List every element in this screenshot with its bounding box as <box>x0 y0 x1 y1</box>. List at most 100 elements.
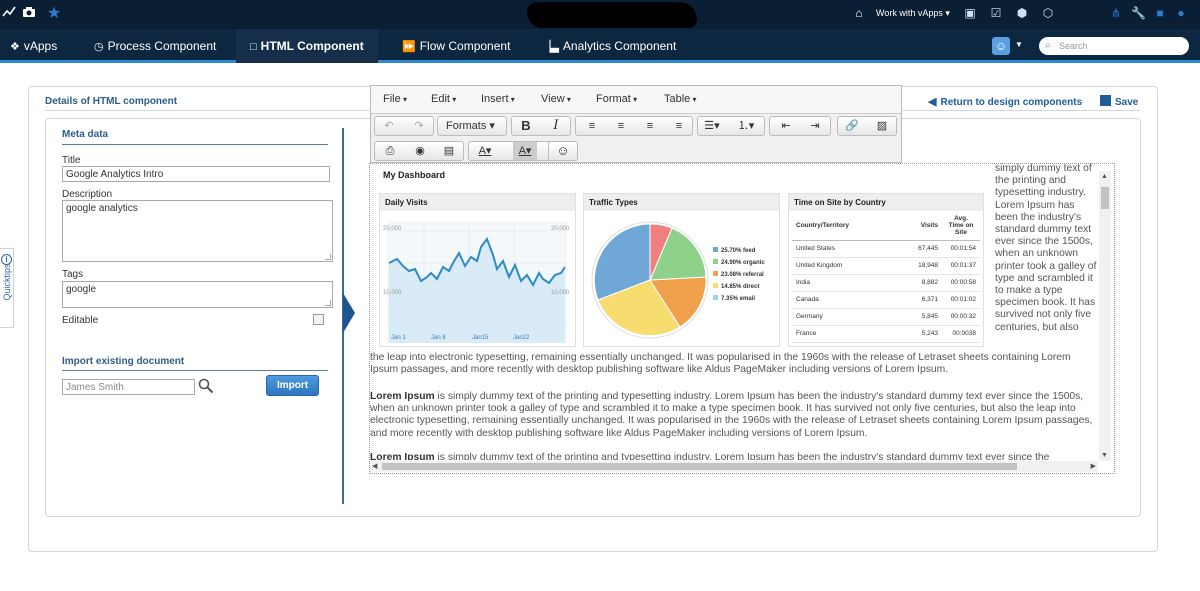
x-tick-label: Jan22 <box>513 335 530 341</box>
link-icon[interactable]: 🔗 <box>840 117 864 135</box>
cube-icon[interactable]: ⬢ <box>1015 6 1029 20</box>
menu-insert[interactable]: Insert <box>481 93 515 105</box>
align-left-icon[interactable]: ≡ <box>580 117 604 135</box>
table-cell: 67,445 <box>894 240 942 258</box>
import-search-input[interactable]: James Smith <box>62 379 195 395</box>
cube-add-icon[interactable]: ⬡ <box>1041 6 1055 20</box>
search-icon[interactable] <box>198 378 214 394</box>
save-button[interactable]: Save <box>1100 95 1138 108</box>
nav-process-component[interactable]: ◷ Process Component <box>94 29 216 63</box>
menu-format[interactable]: Format <box>596 93 637 105</box>
avatar[interactable]: ☺ <box>992 37 1010 55</box>
formats-dropdown[interactable]: Formats ▾ <box>437 116 507 136</box>
table-row: India 8,882 00:00:58 <box>792 274 980 292</box>
outdent-icon[interactable]: ⇤ <box>774 117 798 135</box>
meta-data-divider <box>62 144 328 145</box>
home-icon[interactable]: ⌂ <box>852 6 866 20</box>
nav-vapps[interactable]: ❖ vApps <box>10 29 57 63</box>
numbered-list-icon[interactable]: ⒈▾ <box>734 117 758 135</box>
star-icon[interactable]: ★ <box>45 5 63 23</box>
scrollbar-thumb[interactable] <box>1101 187 1109 209</box>
title-field[interactable]: Google Analytics Intro <box>62 166 330 182</box>
redo-icon[interactable]: ↷ <box>407 117 431 135</box>
top-bar: ★ ⌂ Work with vApps ▾ ▣ ☑ ⬢ ⬡ ⋔ 🔧 ■ ● <box>0 0 1200 29</box>
daily-visits-title: Daily Visits <box>380 194 575 211</box>
chevron-down-icon[interactable]: ▼ <box>1015 40 1023 49</box>
align-center-icon[interactable]: ≡ <box>609 117 633 135</box>
indent-icon[interactable]: ⇥ <box>803 117 827 135</box>
nav-html-component[interactable]: □ HTML Component <box>236 29 378 63</box>
tools-group: ⎙ ◉ ▤ <box>374 141 464 161</box>
print-icon[interactable]: ⎙ <box>378 142 402 160</box>
paragraph-3-bold: Lorem Ipsum <box>370 452 435 460</box>
undo-icon[interactable]: ↶ <box>377 117 401 135</box>
quicktips-tab[interactable]: i Quicktips <box>0 248 14 328</box>
preview-icon[interactable]: ◉ <box>408 142 432 160</box>
nav-analytics-component[interactable]: ▕▃ Analytics Component <box>542 29 676 63</box>
user-icon[interactable]: ● <box>1174 6 1188 20</box>
menu-file[interactable]: File <box>383 93 407 105</box>
nav-flow-component[interactable]: ⏩ Flow Component <box>402 29 510 63</box>
background-color-icon[interactable]: A▾ <box>513 142 537 160</box>
side-text: simply dummy text of the printing and ty… <box>995 163 1097 333</box>
scroll-up-icon[interactable]: ▲ <box>1101 173 1108 180</box>
scroll-left-icon[interactable]: ◀ <box>372 462 377 470</box>
checklist-icon[interactable]: ☑ <box>989 6 1003 20</box>
emoticons-group: ☺ <box>548 141 578 161</box>
collapse-arrow-icon[interactable] <box>343 293 355 333</box>
menu-view[interactable]: View <box>541 93 571 105</box>
search-placeholder: Search <box>1059 41 1088 51</box>
tags-field[interactable]: google <box>62 281 333 308</box>
editable-checkbox[interactable] <box>313 314 324 325</box>
return-link[interactable]: ◀ Return to design components <box>928 95 1082 108</box>
tags-value: google <box>66 284 97 295</box>
resize-grip-icon[interactable] <box>325 300 331 306</box>
work-with-vapps-menu[interactable]: Work with vApps ▾ <box>876 8 950 19</box>
bold-icon[interactable]: B <box>514 117 538 135</box>
bullet-list-icon[interactable]: ☰▾ <box>700 117 724 135</box>
media-icon[interactable]: ▤ <box>437 142 461 160</box>
import-button[interactable]: Import <box>266 375 319 396</box>
description-field[interactable]: google analytics <box>62 200 333 262</box>
floppy-icon <box>1100 95 1111 106</box>
table-cell: Canada <box>792 291 895 309</box>
vertical-scrollbar[interactable]: ▲ ▼ <box>1099 171 1111 461</box>
list-group: ☰▾ ⒈▾ <box>697 116 765 136</box>
table-cell: India <box>792 274 895 292</box>
activity-icon[interactable] <box>0 5 18 23</box>
scroll-right-icon[interactable]: ▶ <box>1091 462 1096 470</box>
briefcase-icon[interactable]: ■ <box>1153 6 1167 20</box>
hierarchy-icon[interactable]: ⋔ <box>1109 6 1123 20</box>
italic-icon[interactable]: I <box>544 117 568 135</box>
dashboard-title: My Dashboard <box>383 170 446 180</box>
table-cell: United Kingdom <box>792 257 895 275</box>
menu-edit[interactable]: Edit <box>431 93 456 105</box>
image-icon[interactable]: ▣ <box>963 6 977 20</box>
main-navigation: ❖ vApps ◷ Process Component □ HTML Componen… <box>0 29 1200 63</box>
traffic-legend: 25.70% feed 24.90% organic 23.08% referral… <box>713 247 765 307</box>
table-cell: 00:00:58 <box>942 274 980 292</box>
search-input[interactable]: ⌕ Search <box>1039 37 1189 55</box>
horizontal-scrollbar[interactable]: ◀ ▶ <box>370 461 1098 472</box>
paragraph-3-text: is simply dummy text of the printing and… <box>434 452 1050 460</box>
resize-grip-icon[interactable] <box>325 254 331 260</box>
scrollbar-thumb[interactable] <box>382 463 1017 470</box>
menu-table[interactable]: Table <box>664 93 697 105</box>
camera-icon[interactable] <box>20 5 38 23</box>
time-on-site-title: Time on Site by Country <box>789 194 983 211</box>
legend-swatch <box>713 271 718 276</box>
nav-html-label: HTML Component <box>260 39 364 53</box>
tags-label: Tags <box>62 269 84 280</box>
y-tick-left-top: 20,000 <box>383 226 402 232</box>
scroll-down-icon[interactable]: ▼ <box>1101 452 1108 459</box>
column-header: Avg. Time on Site <box>942 212 980 241</box>
image-icon[interactable]: ▨ <box>870 117 894 135</box>
align-justify-icon[interactable]: ≡ <box>667 117 691 135</box>
table-row: United States 67,445 00:01:54 <box>792 240 980 258</box>
text-color-icon[interactable]: A▾ <box>473 142 497 160</box>
smiley-icon[interactable]: ☺ <box>551 142 575 160</box>
save-label: Save <box>1115 97 1139 108</box>
nav-analytics-label: Analytics Component <box>562 39 677 53</box>
wrench-icon[interactable]: 🔧 <box>1131 6 1146 20</box>
align-right-icon[interactable]: ≡ <box>638 117 662 135</box>
